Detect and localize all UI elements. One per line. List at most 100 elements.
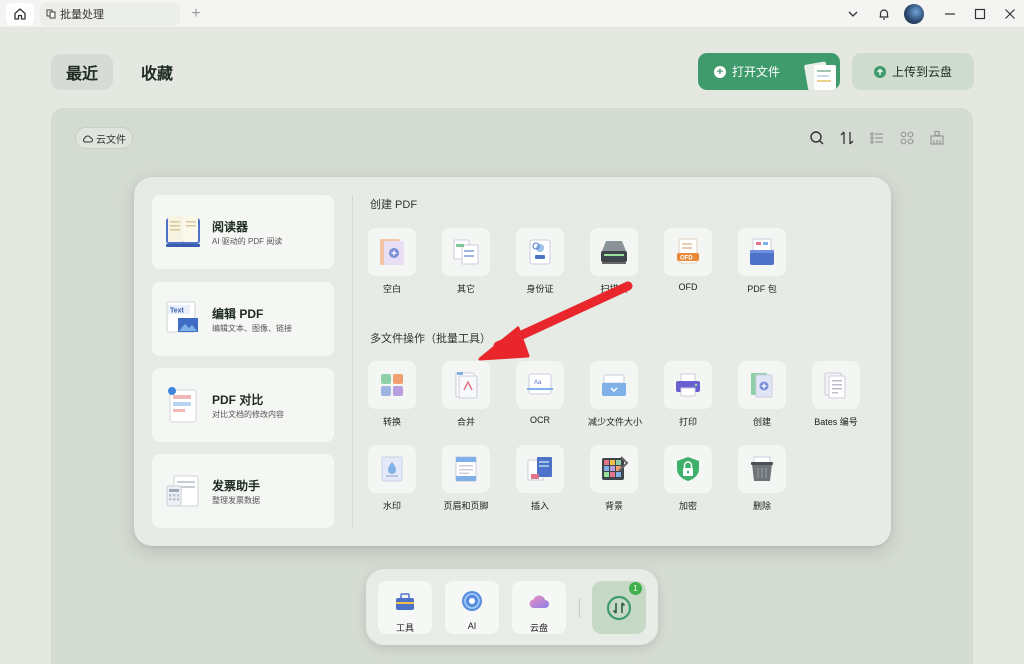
dock-tools[interactable]: 工具	[378, 581, 432, 634]
divider	[352, 195, 353, 527]
edit-pdf-title: 编辑 PDF	[212, 307, 264, 321]
invoice-assistant-subtitle: 整理发票数据	[212, 496, 260, 505]
pdf-compare-subtitle: 对比文档的修改内容	[212, 410, 284, 419]
tab-favorites[interactable]: 收藏	[126, 54, 188, 90]
tool-print[interactable]: 打印	[662, 361, 714, 428]
cloud-files-chip[interactable]: 云文件	[75, 127, 133, 149]
open-file-button[interactable]: + 打开文件	[698, 53, 840, 90]
cloud-files-label: 云文件	[96, 134, 126, 146]
tool-convert[interactable]: 转换	[366, 361, 418, 428]
tool-merge-label: 合并	[456, 417, 475, 427]
tool-background[interactable]: 背景	[588, 445, 640, 512]
tool-encrypt-label: 加密	[678, 501, 697, 511]
minimize-icon[interactable]	[940, 4, 960, 24]
tool-create[interactable]: 创建	[736, 361, 788, 428]
edit-pdf-item[interactable]: Text 编辑 PDF 编辑文本、图像、链接	[152, 282, 334, 356]
tool-bates-numbering[interactable]: Bates 编号	[810, 361, 862, 428]
printer-icon	[676, 373, 700, 397]
svg-text:OFD: OFD	[680, 256, 693, 262]
tool-pdf-package[interactable]: PDF 包	[736, 228, 788, 295]
tool-watermark[interactable]: 水印	[366, 445, 418, 512]
tool-ofd[interactable]: OFD OFD	[662, 228, 714, 292]
tool-background-label: 背景	[604, 501, 623, 511]
trash-icon	[751, 456, 773, 481]
maximize-icon[interactable]	[970, 4, 990, 24]
pdf-compare-item[interactable]: PDF 对比 对比文档的修改内容	[152, 368, 334, 442]
upload-cloud-label: 上传到云盘	[891, 65, 952, 79]
clean-icon[interactable]	[928, 129, 946, 147]
new-tab-button[interactable]: +	[188, 4, 204, 24]
home-icon	[14, 8, 26, 20]
dock-cloud-label: 云盘	[529, 623, 548, 633]
title-bar: 批量处理 +	[0, 0, 1024, 28]
header-footer-icon	[455, 456, 477, 482]
upload-icon	[873, 65, 886, 78]
cloud-drive-icon	[529, 595, 549, 608]
dock-cloud[interactable]: 云盘	[512, 581, 566, 634]
pdf-package-icon	[750, 238, 774, 265]
annotation-arrow	[478, 281, 633, 361]
edit-pdf-subtitle: 编辑文本、图像、链接	[212, 324, 292, 333]
grid-view-icon[interactable]	[898, 129, 916, 147]
id-card-icon	[529, 239, 551, 265]
cloud-icon	[83, 135, 93, 142]
tool-blank-label: 空白	[382, 284, 401, 294]
open-file-label: 打开文件	[732, 65, 781, 79]
upload-cloud-button[interactable]: 上传到云盘	[852, 53, 974, 90]
plus-icon: +	[714, 65, 726, 78]
background-icon	[602, 456, 629, 480]
toolbox-icon	[396, 593, 414, 610]
blank-page-icon	[380, 239, 404, 265]
tool-encrypt[interactable]: 加密	[662, 445, 714, 512]
ofd-icon: OFD	[677, 238, 699, 264]
dock-tools-label: 工具	[395, 623, 414, 633]
svg-text:Aa: Aa	[534, 380, 542, 386]
tool-insert-label: 插入	[530, 501, 549, 511]
reader-subtitle: AI 驱动的 PDF 阅读	[212, 237, 283, 246]
tool-convert-label: 转换	[382, 417, 401, 427]
tool-delete[interactable]: 删除	[736, 445, 788, 512]
tab-title: 批量处理	[60, 9, 104, 21]
sync-icon	[606, 595, 632, 620]
tool-ofd-label: OFD	[678, 282, 698, 292]
tool-blank[interactable]: 空白	[366, 228, 418, 295]
compare-icon	[168, 387, 197, 423]
convert-icon	[381, 374, 403, 396]
dock-divider	[579, 598, 580, 618]
tool-bates-numbering-label: Bates 编号	[814, 417, 858, 427]
dock-ai[interactable]: AI	[445, 581, 499, 634]
reader-item[interactable]: 阅读器 AI 驱动的 PDF 阅读	[152, 195, 334, 269]
bell-icon[interactable]	[874, 4, 894, 24]
edit-text-icon: Text	[166, 301, 198, 333]
close-icon[interactable]	[1000, 4, 1020, 24]
notification-badge: 1	[629, 582, 642, 595]
invoice-assistant-item[interactable]: 发票助手 整理发票数据	[152, 454, 334, 528]
bates-icon	[824, 372, 846, 399]
tab-recent[interactable]: 最近	[51, 54, 113, 90]
home-button[interactable]	[6, 3, 34, 25]
sort-icon[interactable]	[838, 129, 856, 147]
ai-icon	[462, 591, 482, 611]
search-icon[interactable]	[808, 129, 826, 147]
create-pdf-title: 创建 PDF	[370, 199, 418, 211]
tool-header-footer[interactable]: 页眉和页脚	[440, 445, 492, 512]
lock-icon	[677, 457, 699, 481]
avatar[interactable]	[904, 4, 924, 24]
tab-batch-processing[interactable]: 批量处理	[40, 2, 180, 26]
create-icon	[751, 373, 773, 398]
reader-title: 阅读器	[212, 220, 249, 234]
tool-insert[interactable]: 插入	[514, 445, 566, 512]
chevron-down-icon[interactable]	[843, 4, 863, 24]
watermark-icon	[381, 456, 403, 482]
pdf-compare-title: PDF 对比	[212, 393, 264, 407]
list-view-icon[interactable]	[868, 129, 886, 147]
tool-delete-label: 删除	[752, 501, 771, 511]
invoice-icon	[166, 475, 199, 507]
tool-watermark-label: 水印	[382, 501, 401, 511]
tool-pdf-package-label: PDF 包	[747, 284, 777, 294]
other-files-icon	[453, 239, 479, 265]
svg-text:Text: Text	[170, 308, 185, 315]
documents-icon	[804, 61, 836, 90]
book-icon	[166, 216, 200, 247]
invoice-assistant-title: 发票助手	[212, 479, 261, 493]
